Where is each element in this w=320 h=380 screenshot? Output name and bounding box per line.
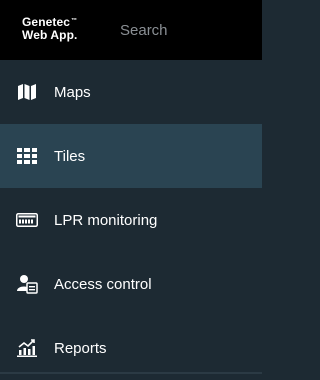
top-bar: Genetec™ Web App.: [0, 0, 262, 60]
logo-line1: Genetec: [22, 15, 71, 29]
sidebar-item-label: Access control: [54, 275, 152, 293]
logo-line2: Web App.: [22, 28, 78, 42]
map-icon: [16, 81, 38, 103]
license-plate-icon: [16, 209, 38, 231]
sidebar-item-lpr-monitoring[interactable]: LPR monitoring: [0, 188, 262, 252]
sidebar-item-label: Reports: [54, 339, 107, 357]
tiles-grid-icon: [16, 145, 38, 167]
genetec-logo[interactable]: Genetec™ Web App.: [22, 16, 77, 42]
sidebar-nav: Maps Tiles LPR monitoring Access control…: [0, 60, 262, 380]
search-input[interactable]: [112, 21, 252, 39]
search-box[interactable]: [112, 14, 252, 46]
sidebar-item-maps[interactable]: Maps: [0, 60, 262, 124]
reports-chart-icon: [16, 337, 38, 359]
access-control-icon: [16, 273, 38, 295]
sidebar-item-access-control[interactable]: Access control: [0, 252, 262, 316]
sidebar-item-label: LPR monitoring: [54, 211, 158, 229]
sidebar-item-label: Maps: [54, 83, 91, 101]
sidebar-item-tiles[interactable]: Tiles: [0, 124, 262, 188]
sidebar-item-label: Tiles: [54, 147, 86, 165]
sidebar-item-reports[interactable]: Reports: [0, 316, 262, 380]
logo-trademark: ™: [71, 18, 78, 24]
